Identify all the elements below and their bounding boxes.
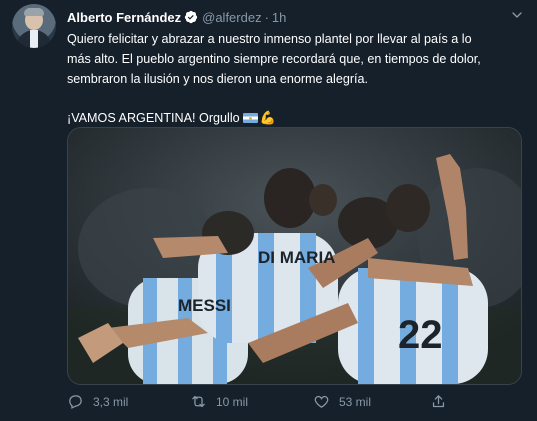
tweet-timestamp[interactable]: 1h (272, 10, 286, 25)
chevron-down-icon[interactable] (509, 7, 525, 23)
retweet-icon (192, 395, 205, 408)
reply-button[interactable]: 3,3 mil (67, 393, 128, 410)
tweet-line: Quiero felicitar y abrazar a nuestro inm… (67, 32, 472, 46)
flexed-biceps-icon: 💪 (259, 110, 276, 125)
tweet-text: Quiero felicitar y abrazar a nuestro inm… (67, 29, 525, 128)
share-icon (432, 395, 445, 408)
like-button[interactable]: 53 mil (313, 393, 371, 410)
argentina-flag-icon (242, 113, 258, 123)
jersey-name: MESSI (178, 296, 231, 315)
avatar[interactable] (12, 4, 56, 48)
team-huddle-photo: DI MARIA MESSI 22 (68, 128, 521, 384)
tweet-header: Alberto Fernández @alferdez · 1h (67, 8, 286, 26)
tweet-photo[interactable]: DI MARIA MESSI 22 (67, 127, 522, 385)
share-button[interactable] (430, 393, 456, 410)
tweet-actions: 3,3 mil 10 mil 53 mil (67, 393, 527, 413)
tweet-line-final: ¡VAMOS ARGENTINA! Orgullo 💪 (67, 108, 525, 128)
retweet-count: 10 mil (216, 394, 249, 409)
tweet-line: sembraron la ilusión y nos dieron una en… (67, 72, 369, 86)
tweet-line: ¡VAMOS ARGENTINA! Orgullo (67, 111, 240, 125)
jersey-name: DI MARIA (258, 248, 335, 267)
separator-dot: · (264, 9, 269, 25)
tweet-line: más alto. El pueblo argentino siempre re… (67, 52, 481, 66)
retweet-button[interactable]: 10 mil (190, 393, 248, 410)
author-name[interactable]: Alberto Fernández (67, 10, 181, 25)
reply-icon (69, 395, 82, 409)
verified-badge-icon (184, 10, 198, 24)
reply-count: 3,3 mil (93, 394, 129, 409)
jersey-number: 22 (398, 313, 443, 357)
heart-icon (314, 395, 329, 408)
author-handle[interactable]: @alferdez (202, 10, 261, 25)
like-count: 53 mil (339, 394, 372, 409)
tweet[interactable]: Alberto Fernández @alferdez · 1h Quiero … (0, 0, 537, 421)
